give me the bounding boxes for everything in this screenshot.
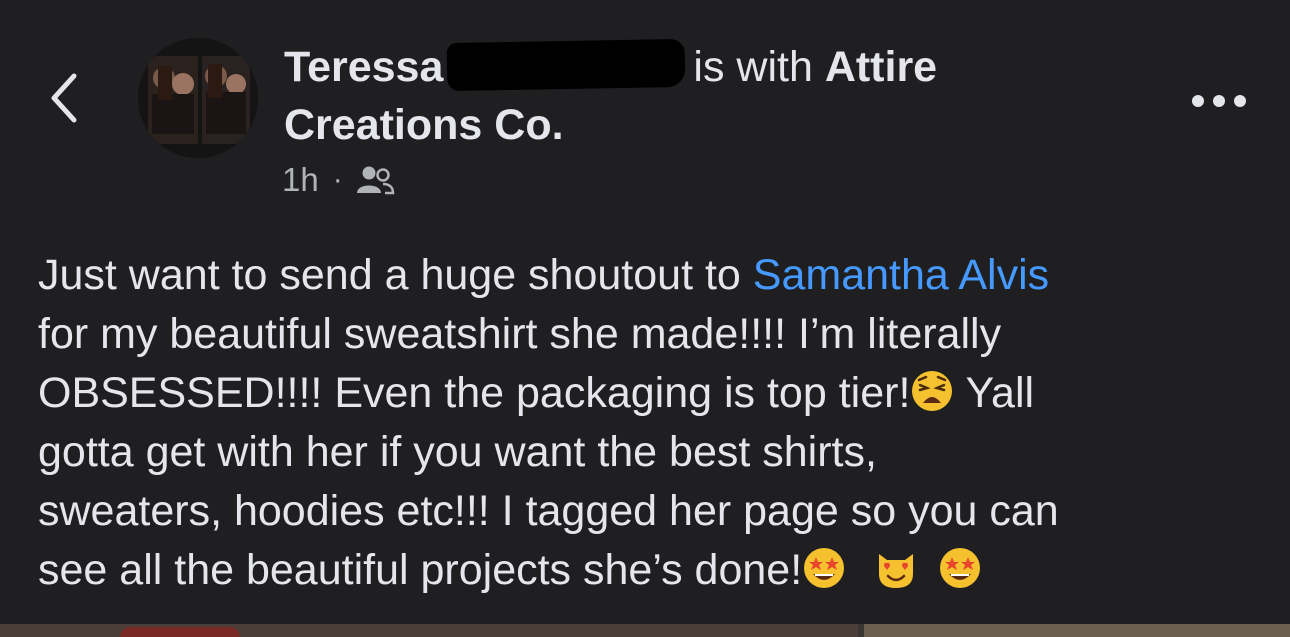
post-card: Teressa is with Attire Creations Co. 1h ·… [0, 0, 1290, 637]
more-options-button[interactable] [1186, 86, 1252, 116]
avatar[interactable] [138, 38, 258, 158]
mention-link[interactable]: Samantha Alvis [753, 251, 1049, 299]
post-body-line-2: for my beautiful sweatshirt she made!!!!… [38, 310, 1002, 358]
post-body-line-6: see all the beautiful projects she’s don… [38, 541, 1268, 600]
post-body-line-4: gotta get with her if you want the best … [38, 428, 877, 476]
heart-eyes-cat-emoji [879, 554, 914, 588]
tagged-page-name-part2[interactable]: Creations Co. [284, 101, 564, 149]
star-struck-emoji [804, 548, 845, 588]
tagged-page-name-part1[interactable]: Attire [825, 43, 937, 91]
post-meta: 1h · [282, 158, 395, 202]
post-timestamp[interactable]: 1h [282, 161, 319, 199]
star-struck-emoji [940, 548, 981, 588]
post-text: OBSESSED!!!! Even the packaging is top t… [38, 369, 911, 417]
back-button[interactable] [44, 68, 84, 128]
more-horizontal-icon [1192, 95, 1246, 107]
chevron-left-icon [51, 73, 77, 123]
post-header-title: Teressa is with Attire Creations Co. [284, 38, 1144, 154]
profile-photo [138, 38, 258, 158]
post-text: Yall [954, 369, 1035, 417]
attached-photos-strip[interactable] [0, 624, 1290, 637]
redacted-surname [446, 38, 686, 92]
photo-detail [120, 627, 240, 637]
weary-face-emoji [912, 371, 953, 411]
attached-photo-2[interactable] [864, 624, 1290, 637]
with-text: is with [693, 43, 813, 91]
attached-photo-1[interactable] [0, 624, 858, 637]
post-body-line-5: sweaters, hoodies etc!!! I tagged her pa… [38, 487, 1059, 535]
post-text: Just want to send a huge shoutout to [38, 251, 753, 299]
post-body: Just want to send a huge shoutout to Sam… [38, 246, 1268, 600]
post-text: see all the beautiful projects she’s don… [38, 546, 803, 594]
meta-separator: · [332, 163, 343, 196]
post-body-line-3: OBSESSED!!!! Even the packaging is top t… [38, 364, 1268, 423]
author-name[interactable]: Teressa [284, 43, 443, 91]
post-body-line-1: Just want to send a huge shoutout to Sam… [38, 246, 1268, 305]
friends-icon[interactable] [355, 163, 395, 197]
